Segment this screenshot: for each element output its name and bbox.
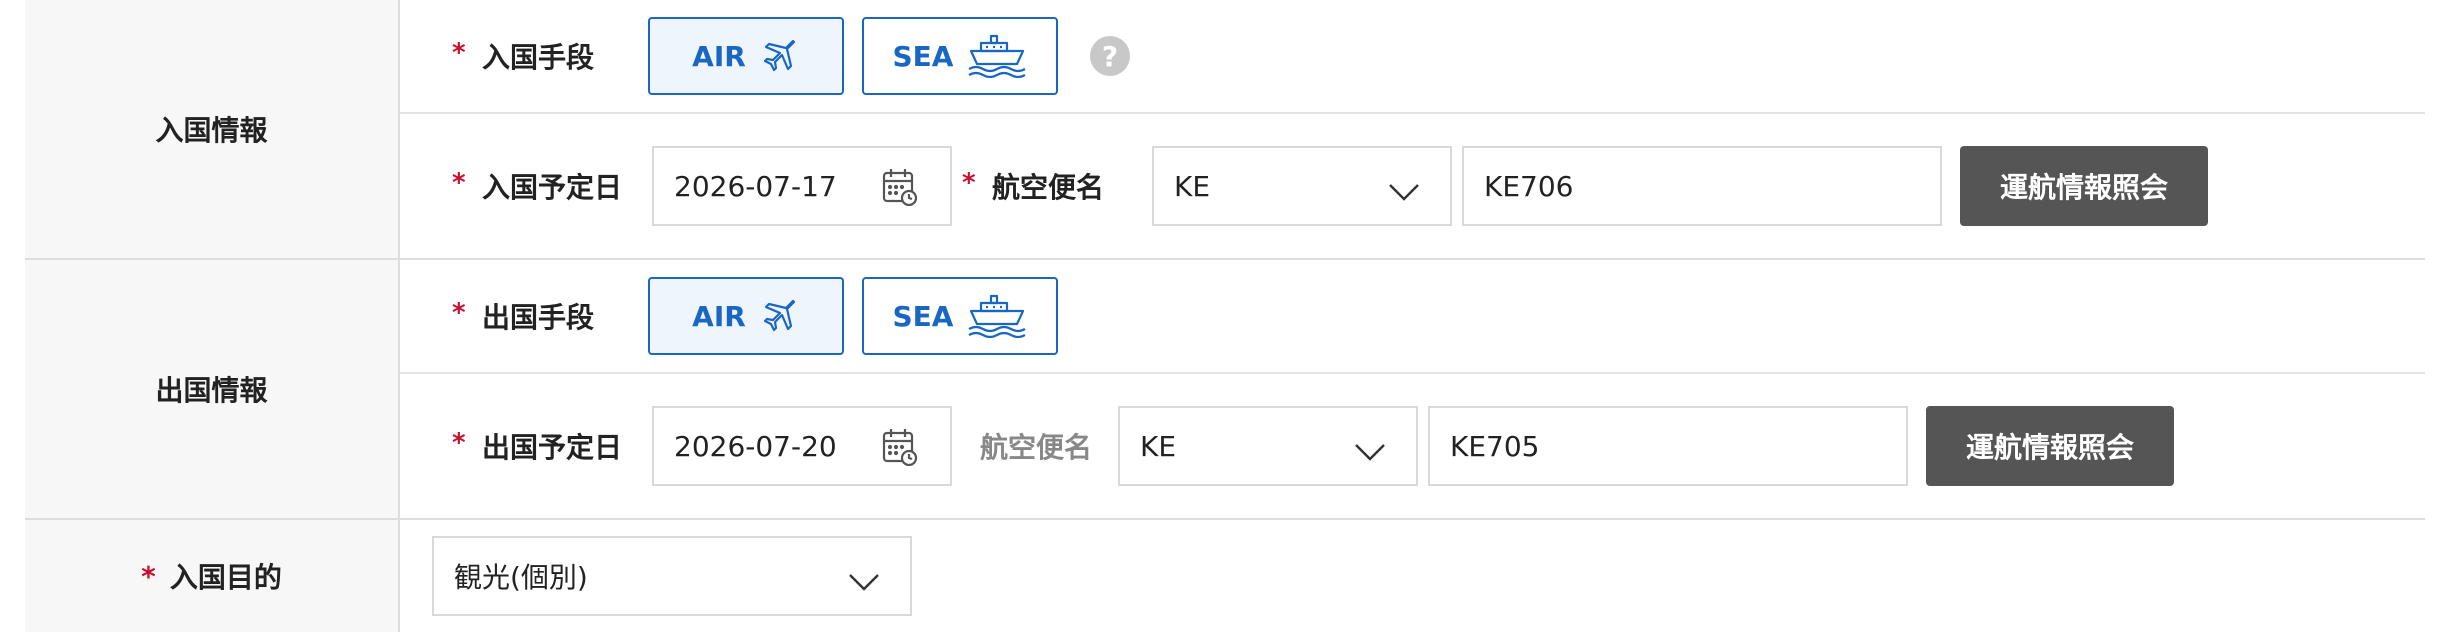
travel-info-form: 入国情報 * 入国手段 AIR SEA ? * 入国予定日 2026-07-17… (25, 0, 2425, 632)
entry-date-input[interactable]: 2026-07-17 (652, 146, 952, 226)
purpose-value: 観光(個別) (454, 561, 588, 594)
chevron-down-icon (1388, 176, 1420, 209)
exit-means-row: * 出国手段 AIR SEA (400, 260, 2425, 374)
air-label: AIR (692, 39, 746, 73)
exit-date-input[interactable]: 2026-07-20 (652, 406, 952, 486)
exit-info-section: 出国情報 * 出国手段 AIR SEA * 出国予定日 2026-07-20 航… (25, 260, 2425, 520)
exit-flight-query-button[interactable]: 運航情報照会 (1926, 406, 2174, 486)
exit-flight-label: 航空便名 (980, 431, 1093, 464)
exit-schedule-row: * 出国予定日 2026-07-20 航空便名 KE KE705 運航情報照会 (400, 374, 2425, 518)
exit-flight-number-input[interactable]: KE705 (1428, 406, 1908, 486)
sea-label: SEA (892, 299, 954, 333)
exit-airline-value: KE (1140, 429, 1177, 463)
entry-airline-select[interactable]: KE (1152, 146, 1452, 226)
entry-flight-number-input[interactable]: KE706 (1462, 146, 1942, 226)
exit-info-label-text: 出国情報 (155, 374, 268, 407)
calendar-icon[interactable] (882, 428, 918, 473)
entry-sea-button[interactable]: SEA (862, 17, 1058, 95)
exit-air-button[interactable]: AIR (648, 277, 844, 355)
required-mark: * (962, 168, 976, 198)
exit-flight-query-label: 運航情報照会 (1965, 431, 2134, 464)
airplane-icon (760, 296, 800, 336)
help-mark: ? (1101, 39, 1119, 73)
chevron-down-icon (848, 566, 880, 599)
exit-date-value: 2026-07-20 (674, 429, 837, 463)
purpose-select[interactable]: 観光(個別) (432, 536, 912, 616)
purpose-section: * 入国目的 観光(個別) (25, 520, 2425, 632)
sea-label: SEA (892, 39, 954, 73)
entry-air-button[interactable]: AIR (648, 17, 844, 95)
calendar-icon[interactable] (882, 168, 918, 213)
entry-flight-label: 航空便名 (992, 171, 1105, 204)
chevron-down-icon (1354, 436, 1386, 469)
exit-sea-button[interactable]: SEA (862, 277, 1058, 355)
entry-flight-number-value: KE706 (1484, 169, 1574, 203)
entry-info-label-text: 入国情報 (155, 114, 268, 147)
required-mark: * (141, 559, 156, 593)
exit-flight-number-value: KE705 (1450, 429, 1540, 463)
air-label: AIR (692, 299, 746, 333)
purpose-label: * 入国目的 (25, 520, 400, 632)
required-mark: * (452, 428, 466, 458)
airplane-icon (760, 36, 800, 76)
exit-date-label: 出国予定日 (482, 431, 623, 464)
required-mark: * (452, 38, 466, 68)
entry-date-label: 入国予定日 (482, 171, 623, 204)
entry-flight-query-label: 運航情報照会 (1999, 171, 2168, 204)
help-icon[interactable]: ? (1090, 36, 1130, 76)
ship-icon (967, 294, 1027, 338)
entry-airline-value: KE (1174, 169, 1211, 203)
purpose-label-text: 入国目的 (169, 561, 282, 594)
entry-date-value: 2026-07-17 (674, 169, 837, 203)
entry-means-label: 入国手段 (482, 41, 595, 74)
entry-flight-query-button[interactable]: 運航情報照会 (1960, 146, 2208, 226)
exit-airline-select[interactable]: KE (1118, 406, 1418, 486)
ship-icon (967, 34, 1027, 78)
exit-means-label: 出国手段 (482, 301, 595, 334)
entry-means-row: * 入国手段 AIR SEA ? (400, 0, 2425, 114)
exit-info-label: 出国情報 (25, 260, 400, 518)
entry-info-label: 入国情報 (25, 0, 400, 258)
entry-schedule-row: * 入国予定日 2026-07-17 * 航空便名 KE KE706 運航情報照… (400, 114, 2425, 258)
required-mark: * (452, 168, 466, 198)
required-mark: * (452, 298, 466, 328)
entry-info-section: 入国情報 * 入国手段 AIR SEA ? * 入国予定日 2026-07-17… (25, 0, 2425, 260)
